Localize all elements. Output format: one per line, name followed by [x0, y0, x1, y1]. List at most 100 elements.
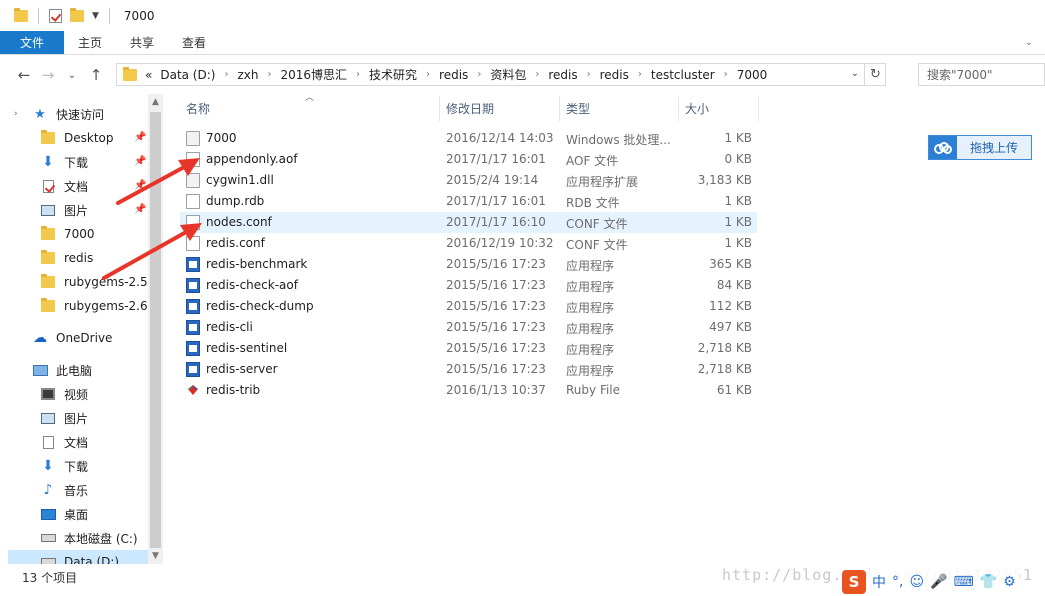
column-header-date[interactable]: 修改日期	[446, 96, 558, 121]
sogou-logo-icon[interactable]: S	[842, 570, 866, 594]
breadcrumb-separator-icon[interactable]: ›	[587, 69, 591, 80]
address-dropdown-chevron-icon[interactable]: ⌄	[851, 68, 859, 79]
breadcrumb-item[interactable]: redis	[548, 68, 577, 82]
nav-item-redis[interactable]: redis	[40, 246, 93, 270]
microphone-icon[interactable]: 🎤	[930, 574, 947, 590]
nav-item-music[interactable]: ♪ 音乐	[40, 478, 88, 502]
file-row[interactable]: appendonly.aof 2017/1/17 16:01 AOF 文件 0 KB	[180, 149, 757, 170]
up-arrow-icon[interactable]: ↑	[84, 66, 108, 84]
emoji-icon[interactable]: ☺	[909, 574, 924, 590]
tab-home[interactable]: 主页	[64, 31, 116, 54]
file-row[interactable]: 7000 2016/12/14 14:03 Windows 批处理... 1 KB	[180, 128, 757, 149]
nav-item-pictures[interactable]: 图片	[40, 198, 88, 222]
nav-item-videos[interactable]: 视频	[40, 382, 88, 406]
nav-item-7000[interactable]: 7000	[40, 222, 95, 246]
file-name: redis-cli	[206, 320, 253, 334]
keyboard-icon[interactable]: ⌨	[954, 574, 974, 590]
breadcrumb-item[interactable]: 资料包	[490, 66, 526, 83]
file-type: RDB 文件	[566, 196, 620, 210]
breadcrumb-item[interactable]: 技术研究	[369, 66, 417, 83]
file-row[interactable]: cygwin1.dll 2015/2/4 19:14 应用程序扩展 3,183 KB	[180, 170, 757, 191]
column-divider[interactable]	[758, 96, 759, 121]
punctuation-icon[interactable]: °,	[892, 574, 903, 590]
scroll-down-icon[interactable]: ▼	[148, 551, 163, 561]
column-divider[interactable]	[678, 96, 679, 121]
breadcrumb-separator-icon[interactable]: ›	[356, 69, 360, 80]
nav-item-pc-documents[interactable]: 文档	[40, 430, 88, 454]
nav-item-rubygems-268[interactable]: rubygems-2.6.8	[40, 294, 159, 318]
breadcrumb-item[interactable]: 7000	[737, 68, 768, 82]
nav-item-desktop[interactable]: Desktop	[40, 126, 114, 150]
file-type: CONF 文件	[566, 217, 628, 231]
nav-item-documents[interactable]: 文档	[40, 174, 88, 198]
pin-icon[interactable]: 📌	[134, 156, 146, 167]
column-divider[interactable]	[559, 96, 560, 121]
address-bar[interactable]: « Data (D:) › zxh › 2016博思汇 › 技术研究 › redis › …	[116, 63, 886, 86]
nav-item-drive-d[interactable]: Data (D:)	[8, 550, 148, 564]
new-folder-icon[interactable]	[70, 7, 84, 22]
breadcrumb-item[interactable]: testcluster	[651, 68, 715, 82]
navigation-pane: › ★ 快速访问 Desktop 📌 ⬇ 下载 📌 文档 📌 图片 📌 7000…	[0, 94, 163, 564]
nav-scrollbar[interactable]: ▲ ▼	[148, 94, 163, 564]
skin-icon[interactable]: 👕	[980, 574, 997, 590]
settings-gear-icon[interactable]: ⚙	[1003, 574, 1016, 590]
file-row[interactable]: nodes.conf 2017/1/17 16:10 CONF 文件 1 KB	[180, 212, 757, 233]
tab-share[interactable]: 共享	[116, 31, 168, 54]
scroll-up-icon[interactable]: ▲	[148, 97, 163, 107]
tab-view[interactable]: 查看	[168, 31, 220, 54]
file-row[interactable]: redis-server 2015/5/16 17:23 应用程序 2,718 KB	[180, 359, 757, 380]
back-arrow-icon[interactable]: ←	[12, 66, 36, 84]
breadcrumb-item[interactable]: zxh	[237, 68, 258, 82]
nav-item-rubygems-251[interactable]: rubygems-2.5.1	[40, 270, 159, 294]
recent-locations-chevron-icon[interactable]: ⌄	[60, 70, 84, 81]
pin-icon[interactable]: 📌	[134, 180, 146, 191]
breadcrumb-item[interactable]: 2016博思汇	[280, 66, 347, 83]
ime-mode-label[interactable]: 中	[872, 572, 886, 592]
column-divider[interactable]	[439, 96, 440, 121]
file-row[interactable]: redis-cli 2015/5/16 17:23 应用程序 497 KB	[180, 317, 757, 338]
expand-ribbon-chevron-icon[interactable]: ⌄	[1025, 37, 1033, 48]
breadcrumb-separator-icon[interactable]: ›	[638, 69, 642, 80]
breadcrumb-separator-icon[interactable]: ›	[535, 69, 539, 80]
file-row[interactable]: redis.conf 2016/12/19 10:32 CONF 文件 1 KB	[180, 233, 757, 254]
scrollbar-thumb[interactable]	[150, 112, 161, 548]
search-input[interactable]: 搜索"7000"	[918, 63, 1045, 86]
nav-this-pc[interactable]: 此电脑	[14, 358, 92, 382]
breadcrumb-item[interactable]: Data (D:)	[160, 68, 215, 82]
breadcrumb-separator-icon[interactable]: ›	[224, 69, 228, 80]
refresh-icon[interactable]: ↻	[864, 63, 886, 86]
column-header-type[interactable]: 类型	[566, 96, 676, 121]
column-header-name[interactable]: 名称	[186, 96, 438, 121]
expand-chevron-icon[interactable]: ›	[14, 109, 32, 119]
breadcrumb-overflow[interactable]: «	[145, 68, 152, 82]
column-header-size[interactable]: 大小	[685, 96, 755, 121]
breadcrumb-separator-icon[interactable]: ›	[724, 69, 728, 80]
breadcrumb-item[interactable]: redis	[439, 68, 468, 82]
tab-file[interactable]: 文件	[0, 31, 64, 54]
properties-icon[interactable]	[49, 8, 62, 23]
nav-item-drive-c[interactable]: 本地磁盘 (C:)	[40, 526, 138, 550]
nav-item-downloads[interactable]: ⬇ 下载	[40, 150, 88, 174]
file-row[interactable]: redis-sentinel 2015/5/16 17:23 应用程序 2,718 K…	[180, 338, 757, 359]
file-row[interactable]: redis-check-dump 2015/5/16 17:23 应用程序 112 K…	[180, 296, 757, 317]
breadcrumb-separator-icon[interactable]: ›	[426, 69, 430, 80]
nav-item-desktop-pc[interactable]: 桌面	[40, 502, 88, 526]
document-icon	[42, 179, 54, 193]
pin-icon[interactable]: 📌	[134, 204, 146, 215]
nav-item-pc-downloads[interactable]: ⬇ 下载	[40, 454, 88, 478]
nav-label: 文档	[64, 179, 89, 194]
breadcrumb-separator-icon[interactable]: ›	[267, 69, 271, 80]
drag-upload-button[interactable]: 拖拽上传	[928, 135, 1032, 160]
pin-icon[interactable]: 📌	[134, 132, 146, 143]
nav-onedrive[interactable]: ☁ OneDrive	[14, 326, 112, 350]
customize-toolbar-chevron-icon[interactable]: ▼	[92, 11, 99, 21]
forward-arrow-icon[interactable]: →	[36, 66, 60, 84]
breadcrumb-separator-icon[interactable]: ›	[477, 69, 481, 80]
file-row[interactable]: dump.rdb 2017/1/17 16:01 RDB 文件 1 KB	[180, 191, 757, 212]
nav-item-pc-pictures[interactable]: 图片	[40, 406, 88, 430]
breadcrumb-item[interactable]: redis	[600, 68, 629, 82]
file-row[interactable]: redis-benchmark 2015/5/16 17:23 应用程序 365 KB	[180, 254, 757, 275]
nav-quick-access[interactable]: › ★ 快速访问	[0, 102, 104, 126]
file-row[interactable]: redis-check-aof 2015/5/16 17:23 应用程序 84 KB	[180, 275, 757, 296]
file-row[interactable]: redis-trib 2016/1/13 10:37 Ruby File 61 KB	[180, 380, 757, 401]
